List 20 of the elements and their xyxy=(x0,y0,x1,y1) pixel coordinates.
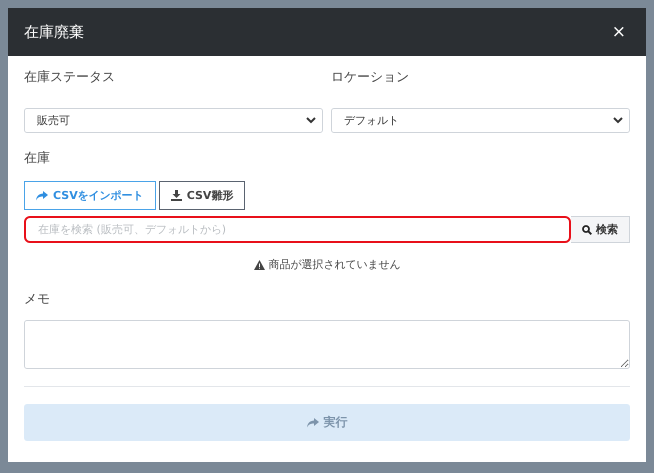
field-label: メモ xyxy=(24,291,51,309)
select-dropdown[interactable]: デフォルト xyxy=(331,108,630,133)
share-arrow-icon xyxy=(306,418,318,428)
field-label: 在庫ステータス xyxy=(24,69,116,87)
memo-field[interactable] xyxy=(24,320,630,369)
download-icon xyxy=(170,190,182,201)
warning-icon xyxy=(254,260,264,270)
chevron-down-icon xyxy=(613,117,623,124)
search-field[interactable]: 在庫を検索 (販売可、デフォルトから) xyxy=(24,216,571,243)
template-button[interactable]: CSV雛形 xyxy=(158,181,246,210)
chevron-down-icon xyxy=(306,117,316,124)
share-arrow-icon xyxy=(36,190,48,200)
warning-message: 商品が選択されていません xyxy=(268,257,400,272)
select-dropdown[interactable]: 販売可 xyxy=(24,108,323,133)
field-label: ロケーション xyxy=(331,69,410,87)
dialog-title: 在庫廃棄 xyxy=(24,22,84,42)
close-button[interactable]: × xyxy=(608,22,630,42)
search-icon xyxy=(582,224,592,234)
search-button[interactable]: 検索 xyxy=(571,216,630,243)
section-label: 在庫 xyxy=(24,150,51,168)
